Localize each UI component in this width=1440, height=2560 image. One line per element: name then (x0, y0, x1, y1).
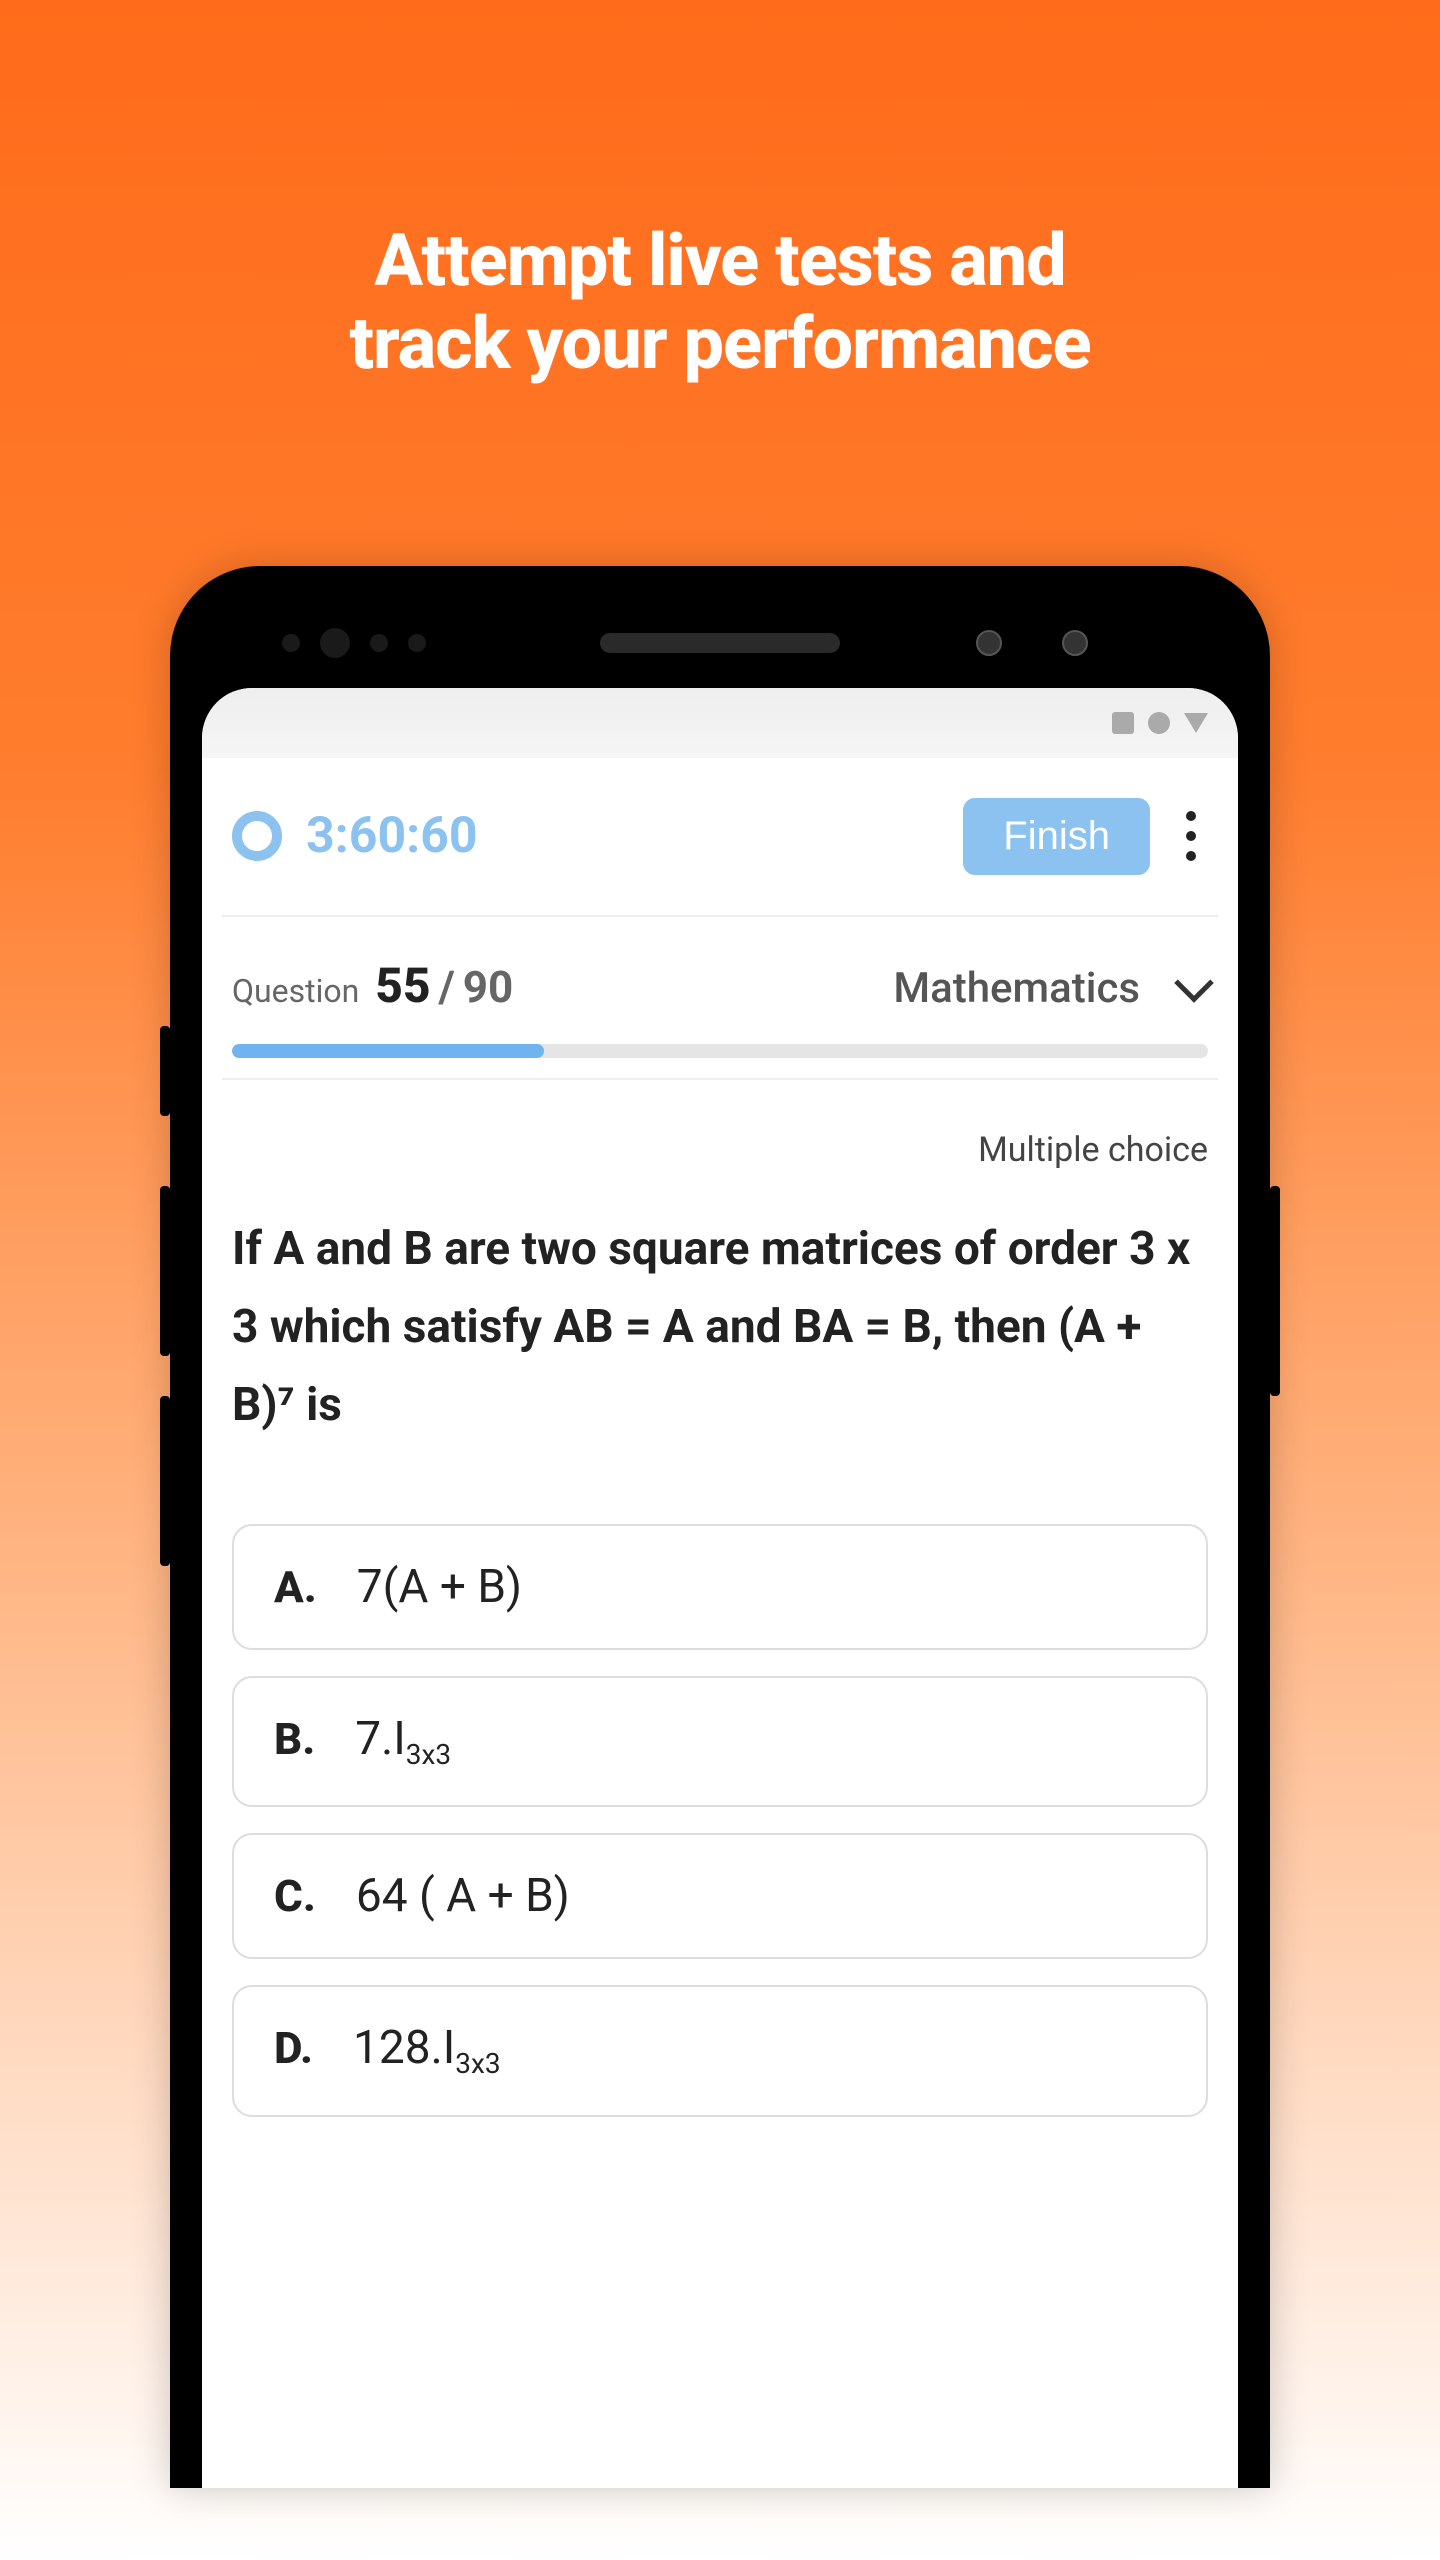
option-text: 64 ( A + B) (356, 1869, 570, 1923)
option-b[interactable]: B. 7.I3x3 (232, 1676, 1208, 1807)
question-type-label: Multiple choice (232, 1130, 1208, 1170)
subject-label: Mathematics (893, 964, 1140, 1013)
option-a[interactable]: A. 7(A + B) (232, 1524, 1208, 1650)
question-label: Question (232, 972, 359, 1010)
camera-icon (1062, 630, 1088, 656)
progress-bar (232, 1044, 1208, 1058)
status-square-icon (1112, 712, 1134, 734)
option-letter: C. (274, 1870, 316, 1922)
hero-headline: Attempt live tests and track your perfor… (0, 0, 1440, 386)
sensor-dot-icon (408, 634, 426, 652)
phone-frame: 3:60:60 Finish Question 55 / 90 Mathemat… (170, 566, 1270, 2488)
question-current: 55 (375, 957, 430, 1014)
hero-line1: Attempt live tests and (374, 218, 1065, 303)
question-text: If A and B are two square matrices of or… (232, 1210, 1208, 1445)
option-d[interactable]: D. 128.I3x3 (232, 1985, 1208, 2116)
sensor-dot-icon (282, 634, 300, 652)
camera-icon (976, 630, 1002, 656)
phone-side-button (160, 1396, 170, 1566)
question-counter: Question 55 / 90 (232, 957, 513, 1014)
option-text: 7(A + B) (357, 1560, 522, 1614)
status-circle-icon (1148, 712, 1170, 734)
sensor-dot-icon (370, 634, 388, 652)
phone-screen: 3:60:60 Finish Question 55 / 90 Mathemat… (202, 688, 1238, 2488)
option-letter: A. (274, 1561, 317, 1613)
option-text: 7.I3x3 (355, 1712, 451, 1771)
question-separator: / (438, 961, 454, 1013)
finish-button[interactable]: Finish (963, 798, 1150, 875)
chevron-down-icon (1174, 963, 1214, 1003)
phone-side-button (160, 1186, 170, 1356)
more-options-icon[interactable] (1174, 811, 1208, 861)
hero-line2: track your performance (349, 301, 1090, 386)
options-list: A. 7(A + B) B. 7.I3x3 C. 64 ( A + B) D. … (202, 1524, 1238, 2116)
subject-dropdown[interactable]: Mathematics (893, 964, 1208, 1013)
progress-fill (232, 1044, 544, 1058)
timer-value: 3:60:60 (306, 807, 939, 865)
question-info: Question 55 / 90 Mathematics (202, 917, 1238, 1078)
option-text: 128.I3x3 (353, 2021, 501, 2080)
status-bar (202, 688, 1238, 758)
question-content: Multiple choice If A and B are two squar… (202, 1080, 1238, 1475)
option-letter: D. (274, 2022, 313, 2074)
status-triangle-icon (1184, 713, 1208, 733)
timer-icon (232, 811, 282, 861)
sensor-dot-icon (320, 628, 350, 658)
question-total: 90 (463, 961, 514, 1013)
app-header: 3:60:60 Finish (202, 758, 1238, 915)
phone-side-button (1270, 1186, 1280, 1396)
option-letter: B. (274, 1713, 315, 1765)
option-c[interactable]: C. 64 ( A + B) (232, 1833, 1208, 1959)
phone-side-button (160, 1026, 170, 1116)
phone-notch (202, 598, 1238, 688)
phone-speaker-icon (600, 633, 840, 653)
